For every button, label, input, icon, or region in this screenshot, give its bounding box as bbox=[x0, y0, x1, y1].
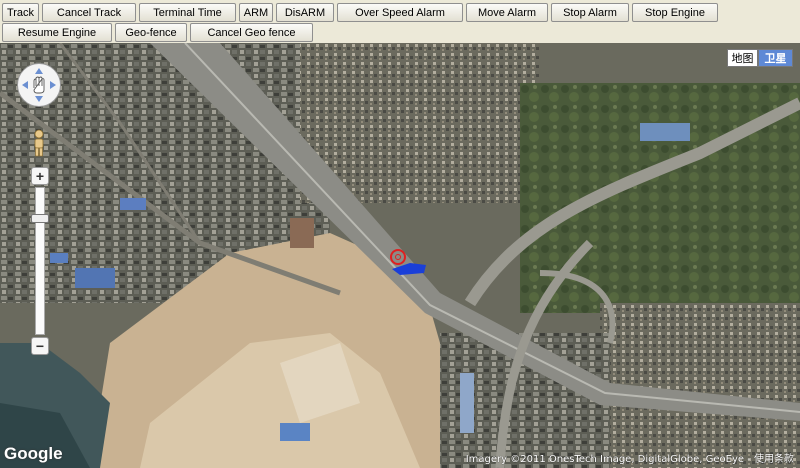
zoom-slider-handle[interactable] bbox=[31, 214, 49, 223]
move-alarm-button[interactable]: Move Alarm bbox=[466, 3, 548, 22]
disarm-button[interactable]: DisARM bbox=[276, 3, 334, 22]
zoom-in-button[interactable]: + bbox=[31, 167, 49, 185]
zoom-out-button[interactable]: − bbox=[31, 337, 49, 355]
command-toolbar: Track Cancel Track Terminal Time ARM Dis… bbox=[0, 0, 800, 43]
stop-engine-button[interactable]: Stop Engine bbox=[632, 3, 718, 22]
geo-fence-button[interactable]: Geo-fence bbox=[115, 23, 187, 42]
terminal-time-button[interactable]: Terminal Time bbox=[139, 3, 236, 22]
arm-button[interactable]: ARM bbox=[239, 3, 273, 22]
pan-control-icon[interactable] bbox=[17, 63, 61, 107]
vehicle-marker-icon[interactable] bbox=[390, 249, 406, 265]
over-speed-alarm-button[interactable]: Over Speed Alarm bbox=[337, 3, 463, 22]
cancel-track-button[interactable]: Cancel Track bbox=[42, 3, 136, 22]
imagery-attribution: Imagery ©2011 OnesTech Image, DigitalGlo… bbox=[465, 454, 794, 465]
track-button[interactable]: Track bbox=[2, 3, 39, 22]
pegman-icon[interactable] bbox=[30, 129, 48, 157]
satellite-map[interactable]: + − 地图 卫星 Google Imagery ©2011 OnesTech … bbox=[0, 43, 800, 468]
map-type-satellite-button[interactable]: 卫星 bbox=[758, 49, 793, 67]
stop-alarm-button[interactable]: Stop Alarm bbox=[551, 3, 629, 22]
zoom-track[interactable] bbox=[35, 187, 45, 335]
google-logo: Google bbox=[4, 444, 63, 463]
cancel-geo-fence-button[interactable]: Cancel Geo fence bbox=[190, 23, 313, 42]
zoom-control: + − bbox=[31, 167, 49, 357]
resume-engine-button[interactable]: Resume Engine bbox=[2, 23, 112, 42]
map-type-map-button[interactable]: 地图 bbox=[727, 49, 758, 67]
